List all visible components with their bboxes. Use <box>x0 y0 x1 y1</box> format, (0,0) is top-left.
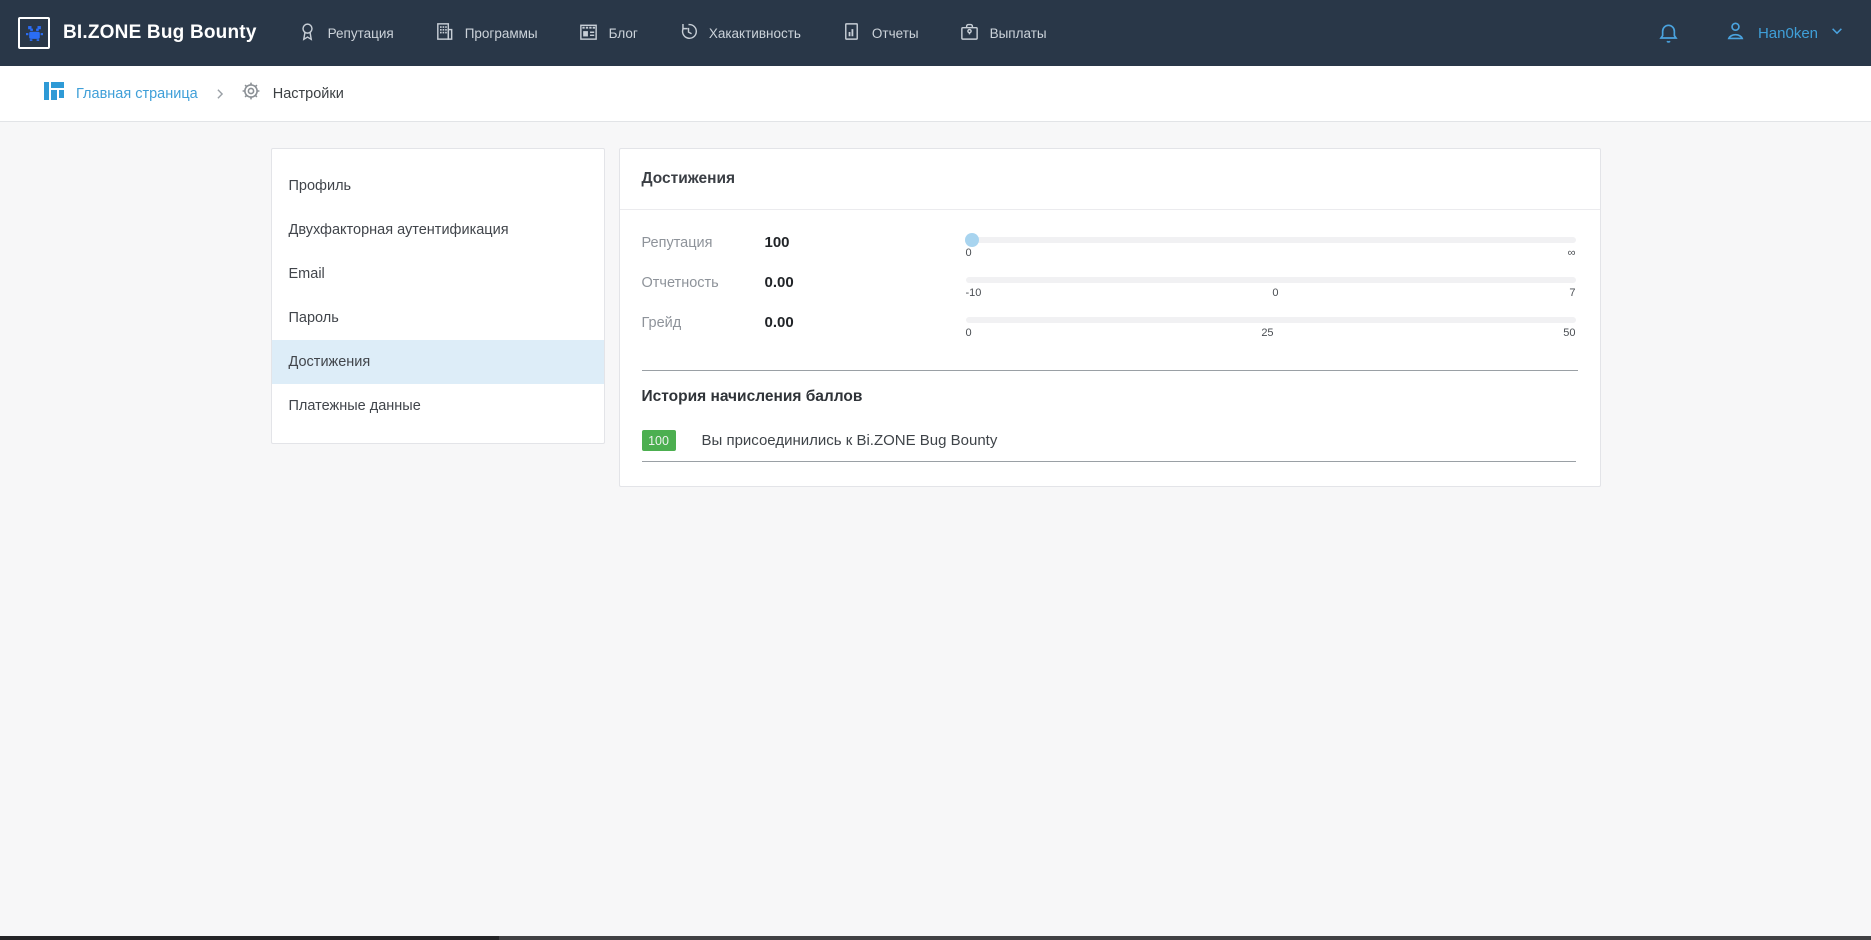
bizone-logo[interactable]: BI.ZONE Bug Bounty <box>18 17 257 49</box>
nav-label: Хакактивность <box>709 26 801 41</box>
stat-value: 100 <box>765 234 966 251</box>
dashboard-tiles-icon <box>43 80 65 107</box>
nav-item-reports[interactable]: Отчеты <box>841 21 919 45</box>
sidebar-item-password[interactable]: Пароль <box>272 296 604 340</box>
slider-handle[interactable] <box>965 233 979 247</box>
nav-item-reputation[interactable]: Репутация <box>297 21 394 45</box>
navbar-right: Han0ken <box>1657 19 1845 47</box>
breadcrumb-home-label: Главная страница <box>76 86 198 102</box>
chevron-down-icon <box>1829 23 1845 44</box>
history-entry: 100 Вы присоединились к Bi.ZONE Bug Boun… <box>642 430 1576 462</box>
nav-label: Отчеты <box>872 26 919 41</box>
notifications-bell-icon[interactable] <box>1657 22 1680 45</box>
breadcrumb-current-label: Настройки <box>273 86 344 102</box>
nav-item-payouts[interactable]: Выплаты <box>959 21 1047 45</box>
points-badge: 100 <box>642 430 676 451</box>
nav-label: Выплаты <box>990 26 1047 41</box>
sidebar-item-achievements[interactable]: Достижения <box>272 340 604 384</box>
stat-row-reputation: Репутация 100 0 ∞ <box>642 234 1576 274</box>
tick-mid: 25 <box>1261 327 1273 339</box>
stat-value: 0.00 <box>765 314 966 331</box>
horizontal-scrollbar[interactable] <box>0 936 1871 940</box>
tick-mid: 0 <box>1272 287 1278 299</box>
tick-max: ∞ <box>1568 247 1576 259</box>
payouts-icon <box>959 21 980 45</box>
settings-page: Профиль Двухфакторная аутентификация Ema… <box>271 148 1601 487</box>
points-history-section: История начисления баллов 100 Вы присоед… <box>620 371 1600 486</box>
sidebar-item-2fa[interactable]: Двухфакторная аутентификация <box>272 208 604 252</box>
slider-ticks: 0 ∞ <box>966 247 1576 259</box>
slider-track[interactable] <box>966 237 1576 243</box>
nav-label: Блог <box>609 26 638 41</box>
history-icon <box>678 21 699 45</box>
breadcrumb-current: Настройки <box>240 80 344 107</box>
report-icon <box>841 21 862 45</box>
tick-max: 50 <box>1563 327 1575 339</box>
scrollbar-thumb[interactable] <box>0 936 499 940</box>
nav-label: Программы <box>465 26 538 41</box>
nav-label: Репутация <box>328 26 394 41</box>
building-icon <box>434 21 455 45</box>
stat-label: Грейд <box>642 314 765 331</box>
stat-label: Репутация <box>642 234 765 251</box>
slider-ticks: -10 0 7 <box>966 287 1576 299</box>
user-icon <box>1724 19 1747 47</box>
gear-icon <box>240 80 262 107</box>
sidebar-item-email[interactable]: Email <box>272 252 604 296</box>
nav-item-hackactivity[interactable]: Хакактивность <box>678 21 801 45</box>
sidebar-item-payment-data[interactable]: Платежные данные <box>272 384 604 428</box>
medal-icon <box>297 21 318 45</box>
main-navigation: Репутация Программы <box>297 21 1047 45</box>
breadcrumb-home-link[interactable]: Главная страница <box>43 80 198 107</box>
user-menu[interactable]: Han0ken <box>1724 19 1845 47</box>
nav-item-blog[interactable]: Блог <box>578 21 638 45</box>
grade-slider: 0 25 50 <box>966 314 1576 339</box>
tick-min: 0 <box>966 327 972 339</box>
settings-sidebar: Профиль Двухфакторная аутентификация Ema… <box>271 148 605 444</box>
history-entry-text: Вы присоединились к Bi.ZONE Bug Bounty <box>702 432 998 449</box>
reputation-slider: 0 ∞ <box>966 234 1576 259</box>
tick-min: 0 <box>966 247 972 259</box>
panel-title: Достижения <box>642 170 736 188</box>
tick-max: 7 <box>1569 287 1575 299</box>
slider-track[interactable] <box>966 317 1576 323</box>
breadcrumb: Главная страница Настройки <box>0 66 1871 122</box>
sidebar-item-profile[interactable]: Профиль <box>272 164 604 208</box>
stat-row-grade: Грейд 0.00 0 25 50 <box>642 314 1576 354</box>
breadcrumb-separator-icon <box>213 87 227 101</box>
stat-label: Отчетность <box>642 274 765 291</box>
points-history-title: История начисления баллов <box>642 388 1576 406</box>
reporting-slider: -10 0 7 <box>966 274 1576 299</box>
nav-item-programs[interactable]: Программы <box>434 21 538 45</box>
slider-ticks: 0 25 50 <box>966 327 1576 339</box>
slider-track[interactable] <box>966 277 1576 283</box>
stat-row-reporting: Отчетность 0.00 -10 0 7 <box>642 274 1576 314</box>
username: Han0ken <box>1758 25 1818 42</box>
achievements-panel: Достижения Репутация 100 0 ∞ О <box>619 148 1601 487</box>
stats-section: Репутация 100 0 ∞ Отчетность 0.00 <box>620 210 1600 354</box>
top-navbar: BI.ZONE Bug Bounty Репутация <box>0 0 1871 66</box>
news-icon <box>578 21 599 45</box>
tick-min: -10 <box>966 287 982 299</box>
bizone-bug-icon <box>18 17 50 49</box>
panel-header: Достижения <box>620 149 1600 210</box>
stat-value: 0.00 <box>765 274 966 291</box>
logo-text: BI.ZONE Bug Bounty <box>63 22 257 44</box>
